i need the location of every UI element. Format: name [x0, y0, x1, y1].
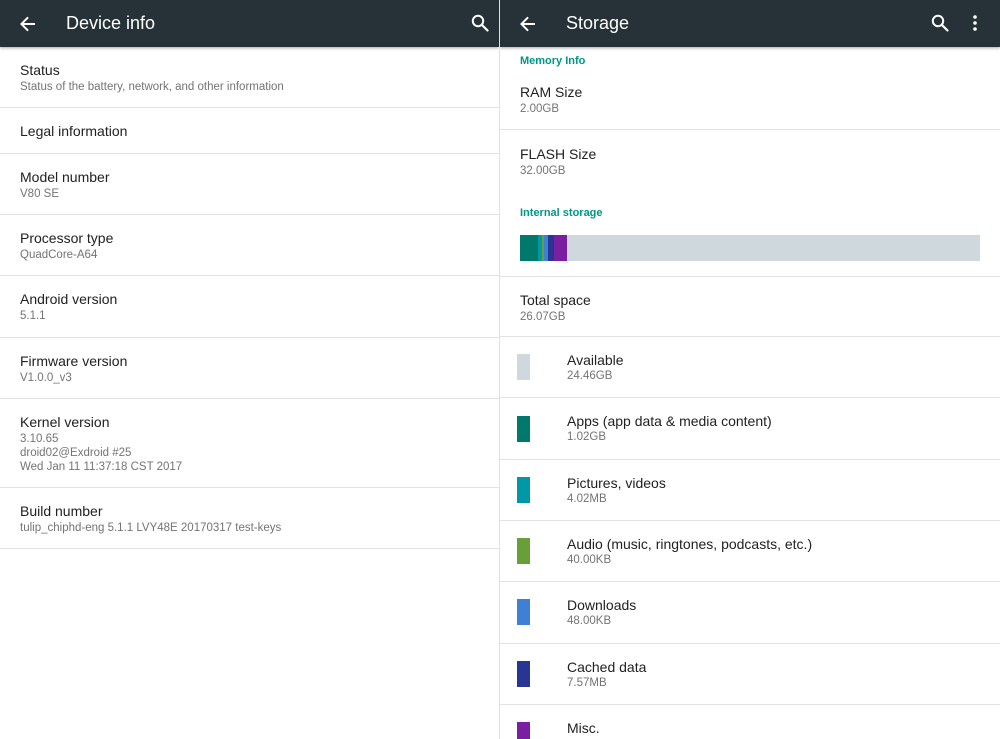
storage-item-value: 1.02GB [567, 431, 606, 443]
device-info-app-bar: Device info [0, 0, 499, 47]
color-swatch [517, 416, 530, 442]
storage-item-value: 24.46GB [567, 370, 613, 382]
setting-subtitle: tulip_chiphd-eng 5.1.1 LVY48E 20170317 t… [20, 522, 282, 534]
setting-subtitle: Status of the battery, network, and othe… [20, 81, 284, 93]
setting-subtitle: 26.07GB [520, 311, 566, 323]
storage-item-label: Audio (music, ringtones, podcasts, etc.) [567, 536, 813, 552]
storage-item-label: Available [567, 352, 624, 368]
storage-pane: Storage Memory Info RAM Size 2.00GB FLAS… [500, 0, 1000, 739]
setting-subtitle-line: Wed Jan 11 11:37:18 CST 2017 [20, 461, 183, 473]
color-swatch [517, 538, 530, 564]
storage-item-pictures-videos[interactable]: Pictures, videos 4.02MB [500, 460, 1000, 521]
setting-subtitle: 2.00GB [520, 103, 559, 115]
search-icon[interactable] [930, 13, 950, 33]
setting-subtitle: V1.0.0_v3 [20, 372, 72, 384]
search-icon[interactable] [470, 13, 490, 33]
back-arrow-icon[interactable] [518, 14, 538, 34]
setting-subtitle-line: 3.10.65 [20, 433, 59, 445]
setting-item-kernel-version[interactable]: Kernel version 3.10.65 droid02@Exdroid #… [0, 399, 499, 488]
color-swatch [517, 477, 530, 503]
setting-title: Android version [20, 291, 118, 307]
setting-subtitle: QuadCore-A64 [20, 249, 98, 261]
setting-title: Legal information [20, 123, 128, 139]
color-swatch [517, 661, 530, 687]
storage-item-label: Cached data [567, 659, 647, 675]
storage-item-value: 4.02MB [567, 493, 607, 505]
setting-item-build-number[interactable]: Build number tulip_chiphd-eng 5.1.1 LVY4… [0, 488, 499, 549]
page-title: Storage [566, 13, 630, 33]
flash-size-item: FLASH Size 32.00GB [500, 130, 1000, 191]
section-header-internal-storage: Internal storage [520, 207, 603, 219]
setting-subtitle: V80 SE [20, 188, 59, 200]
setting-subtitle: 5.1.1 [20, 310, 46, 322]
setting-item-status[interactable]: Status Status of the battery, network, a… [0, 47, 499, 108]
storage-item-available[interactable]: Available 24.46GB [500, 337, 1000, 398]
back-arrow-icon[interactable] [18, 14, 38, 34]
setting-title: Build number [20, 503, 103, 519]
setting-title: Status [20, 62, 60, 78]
setting-title: Firmware version [20, 353, 128, 369]
color-swatch [517, 354, 530, 380]
overflow-menu-icon[interactable] [965, 13, 985, 33]
setting-title: Model number [20, 169, 110, 185]
storage-item-label: Apps (app data & media content) [567, 413, 772, 429]
storage-item-label: Downloads [567, 597, 637, 613]
setting-title: FLASH Size [520, 146, 597, 162]
setting-subtitle-line: droid02@Exdroid #25 [20, 447, 132, 459]
ram-size-item: RAM Size 2.00GB [500, 70, 1000, 130]
total-space-item: Total space 26.07GB [500, 276, 1000, 337]
setting-item-android-version[interactable]: Android version 5.1.1 [0, 276, 499, 338]
setting-title: RAM Size [520, 84, 583, 100]
storage-item-value: 7.57MB [567, 677, 607, 689]
setting-subtitle: 32.00GB [520, 165, 566, 177]
storage-usage-bar [520, 235, 980, 261]
setting-title: Kernel version [20, 414, 110, 430]
setting-item-processor-type[interactable]: Processor type QuadCore-A64 [0, 215, 499, 276]
storage-item-value: 48.00KB [567, 615, 612, 627]
setting-item-model-number[interactable]: Model number V80 SE [0, 154, 499, 215]
color-swatch [517, 599, 530, 625]
storage-item-audio[interactable]: Audio (music, ringtones, podcasts, etc.)… [500, 521, 1000, 582]
usage-bar-segment [520, 235, 538, 261]
section-header-memory-info: Memory Info [520, 55, 586, 67]
usage-bar-segment [554, 235, 567, 261]
setting-item-legal-information[interactable]: Legal information [0, 108, 499, 154]
storage-item-value: 40.00KB [567, 554, 612, 566]
storage-item-apps[interactable]: Apps (app data & media content) 1.02GB [500, 398, 1000, 460]
storage-item-cached-data[interactable]: Cached data 7.57MB [500, 644, 1000, 705]
storage-item-label: Misc. [567, 720, 600, 736]
setting-title: Total space [520, 292, 591, 308]
storage-item-downloads[interactable]: Downloads 48.00KB [500, 582, 1000, 644]
setting-item-firmware-version[interactable]: Firmware version V1.0.0_v3 [0, 338, 499, 399]
storage-item-label: Pictures, videos [567, 475, 666, 491]
setting-title: Processor type [20, 230, 114, 246]
page-title: Device info [66, 13, 156, 33]
storage-item-misc[interactable]: Misc. [500, 705, 1000, 739]
color-swatch [517, 722, 530, 739]
storage-app-bar: Storage [500, 0, 1000, 47]
device-info-pane: Device info Status Status of the battery… [0, 0, 499, 739]
